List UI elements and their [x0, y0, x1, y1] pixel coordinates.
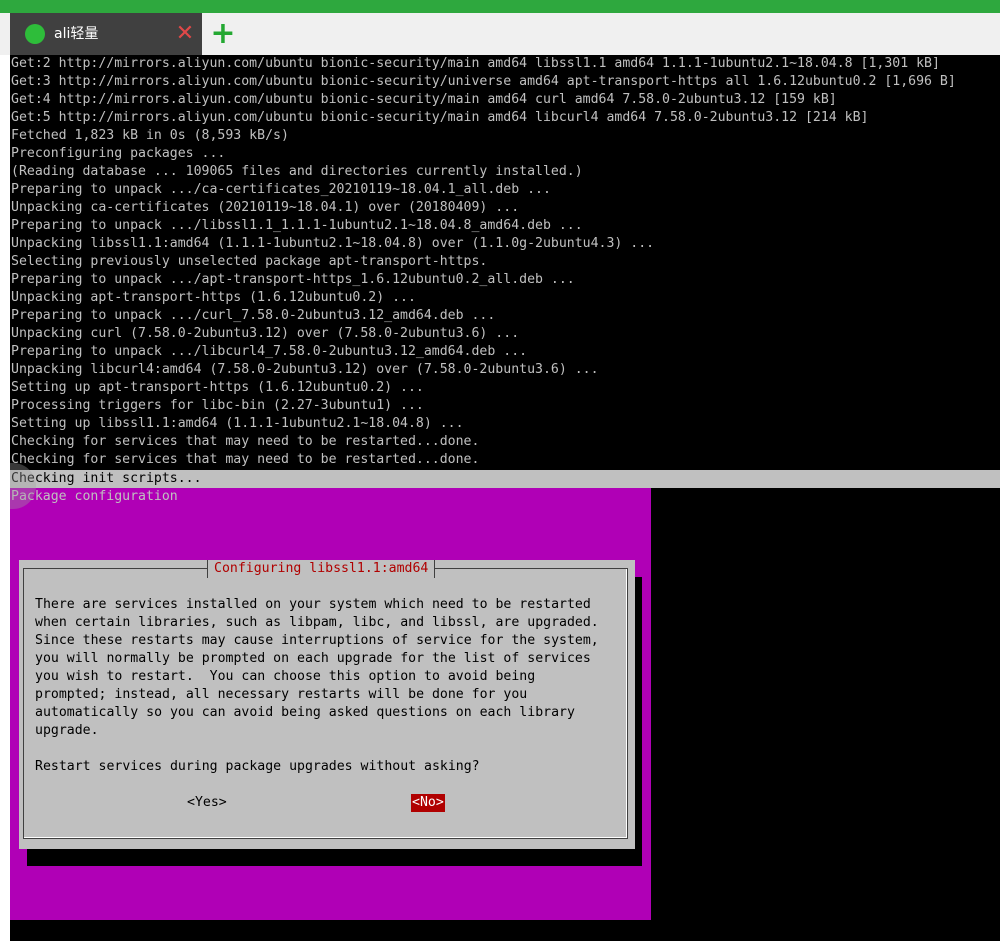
terminal-line: Setting up apt-transport-https (1.6.12ub… [11, 380, 424, 395]
terminal-line: Processing triggers for libc-bin (2.27-3… [11, 398, 424, 413]
dialog-message-line: you wish to restart. You can choose this… [35, 669, 536, 684]
terminal-line: Fetched 1,823 kB in 0s (8,593 kB/s) [11, 128, 289, 143]
terminal-line: Checking for services that may need to b… [11, 452, 480, 467]
dialog-message-line: Since these restarts may cause interrupt… [35, 633, 599, 648]
terminal-line: Checking for services that may need to b… [11, 434, 480, 449]
terminal-line: Preparing to unpack .../libcurl4_7.58.0-… [11, 344, 528, 359]
terminal-line: Unpacking ca-certificates (20210119~18.0… [11, 200, 520, 215]
dialog-message-line: when certain libraries, such as libpam, … [35, 615, 599, 630]
terminal-line: Unpacking curl (7.58.0-2ubuntu3.12) over… [11, 326, 520, 341]
dialog-message-line [35, 740, 599, 758]
terminal-output: Get:2 http://mirrors.aliyun.com/ubuntu b… [11, 55, 956, 469]
terminal-screen[interactable]: Get:2 http://mirrors.aliyun.com/ubuntu b… [10, 55, 1000, 941]
tab-ali-session[interactable]: ali轻量 ✕ [10, 13, 202, 55]
highlighted-line-text: Checking init scripts... [11, 471, 202, 486]
terminal-line: Get:5 http://mirrors.aliyun.com/ubuntu b… [11, 110, 869, 125]
terminal-line: Setting up libssl1.1:amd64 (1.1.1-1ubunt… [11, 416, 464, 431]
dialog-message-line: you will normally be prompted on each up… [35, 651, 591, 666]
dialog-message: There are services installed on your sys… [35, 596, 599, 776]
dialog-message-line: automatically so you can avoid being ask… [35, 705, 575, 720]
terminal-line: Get:3 http://mirrors.aliyun.com/ubuntu b… [11, 74, 956, 89]
terminal-line: Unpacking libssl1.1:amd64 (1.1.1-1ubuntu… [11, 236, 655, 251]
dialog-message-line: upgrade. [35, 723, 99, 738]
window-top-accent-bar [0, 0, 1000, 13]
tab-title: ali轻量 [54, 26, 99, 42]
terminal-line: Preconfiguring packages ... [11, 146, 226, 161]
terminal-line: Get:2 http://mirrors.aliyun.com/ubuntu b… [11, 56, 940, 71]
terminal-line: (Reading database ... 109065 files and d… [11, 164, 583, 179]
terminal-line: Unpacking apt-transport-https (1.6.12ubu… [11, 290, 416, 305]
no-button[interactable]: <No> [411, 794, 445, 812]
yes-button[interactable]: <Yes> [187, 794, 227, 812]
close-icon[interactable]: ✕ [173, 22, 197, 46]
dialog-message-line: There are services installed on your sys… [35, 597, 591, 612]
debconf-dialog: Configuring libssl1.1:amd64 There are se… [19, 560, 635, 849]
terminal-line: Preparing to unpack .../curl_7.58.0-2ubu… [11, 308, 496, 323]
tab-strip: ali轻量 ✕ + [0, 13, 1000, 55]
terminal-line: Preparing to unpack .../libssl1.1_1.1.1-… [11, 218, 583, 233]
terminal-line: Preparing to unpack .../ca-certificates_… [11, 182, 551, 197]
dialog-title: Configuring libssl1.1:amd64 [207, 560, 436, 578]
terminal-highlighted-line: Checking init scripts... [10, 470, 1000, 488]
dialog-message-line: prompted; instead, all necessary restart… [35, 687, 528, 702]
connected-status-icon [25, 24, 45, 44]
terminal-line: Preparing to unpack .../apt-transport-ht… [11, 272, 575, 287]
terminal-line: Get:4 http://mirrors.aliyun.com/ubuntu b… [11, 92, 837, 107]
plus-icon[interactable]: + [210, 19, 236, 49]
terminal-line: Unpacking libcurl4:amd64 (7.58.0-2ubuntu… [11, 362, 599, 377]
dialog-message-line: Restart services during package upgrades… [35, 759, 480, 774]
package-configuration-title: Package configuration [11, 489, 178, 504]
terminal-line: Selecting previously unselected package … [11, 254, 488, 269]
